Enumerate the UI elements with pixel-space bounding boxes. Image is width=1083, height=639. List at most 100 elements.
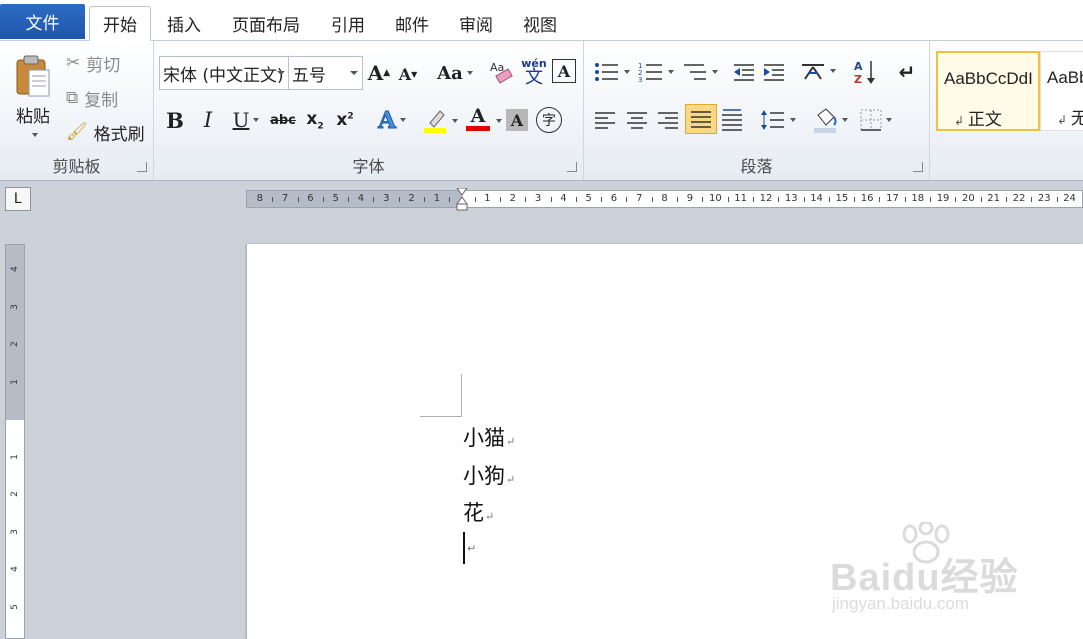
chinese-layout-dropdown-icon[interactable] xyxy=(830,69,836,73)
sort-button[interactable]: A Z xyxy=(852,57,878,87)
chinese-layout-button[interactable] xyxy=(798,57,838,85)
ruler-minor-tick xyxy=(1005,197,1007,202)
underline-button[interactable]: U xyxy=(226,107,266,133)
cut-button[interactable]: ✂ 剪切 xyxy=(66,51,121,76)
shrink-font-button[interactable]: A ▼ xyxy=(396,61,420,87)
superscript-button[interactable]: x2 xyxy=(332,107,358,133)
document-line[interactable]: 小猫↵ xyxy=(463,422,515,452)
font-launcher-icon[interactable] xyxy=(567,162,577,172)
document-line[interactable]: 花↵ xyxy=(463,497,494,527)
numbering-dropdown-icon[interactable] xyxy=(668,70,674,74)
vruler-tick-label: 1 xyxy=(10,453,20,460)
multilevel-list-button[interactable] xyxy=(680,59,720,85)
ruler-row: L 8 7 6 5 4 3 2 1 1 2 3 4 5 6 7 8 9 10 11 12 13 14 15 16 17 18 19 2… xyxy=(0,181,1083,217)
ruler-minor-tick xyxy=(398,197,400,202)
font-size-combo[interactable]: 五号 xyxy=(288,56,363,90)
paragraph-launcher-icon[interactable] xyxy=(913,162,923,172)
ruler-minor-tick xyxy=(651,197,653,202)
increase-indent-button[interactable] xyxy=(760,59,788,85)
superscript-icon: x2 xyxy=(336,110,354,130)
grow-font-button[interactable]: A ▲ xyxy=(366,59,392,87)
ruler-minor-tick xyxy=(677,197,679,202)
cut-label: 剪切 xyxy=(86,55,121,76)
enclose-char-icon: 字 xyxy=(542,113,556,129)
tab-view[interactable]: 视图 xyxy=(514,6,566,41)
clear-format-button[interactable]: Aa xyxy=(488,57,516,87)
tab-page-layout[interactable]: 页面布局 xyxy=(224,6,308,41)
shading-dropdown-icon[interactable] xyxy=(842,118,848,122)
tab-selector[interactable]: L xyxy=(5,187,31,211)
subscript-icon: x2 xyxy=(306,108,324,132)
underline-dropdown-icon[interactable] xyxy=(253,118,260,122)
tab-review[interactable]: 审阅 xyxy=(450,6,502,41)
line-spacing-dropdown-icon[interactable] xyxy=(790,118,796,122)
show-marks-button[interactable]: ↵ xyxy=(894,59,920,85)
font-color-button[interactable]: A xyxy=(458,103,498,135)
ruler-tick-label: 10 xyxy=(709,193,722,204)
clipboard-launcher-icon[interactable] xyxy=(137,162,147,172)
char-shading-icon: A xyxy=(510,110,524,130)
svg-text:A: A xyxy=(854,60,863,73)
paragraph-mark: ↵ xyxy=(506,473,516,486)
style-no-spacing[interactable]: AaBbC ↲ 无 xyxy=(1040,51,1083,131)
bullets-button[interactable] xyxy=(592,59,632,85)
ruler-minor-tick xyxy=(778,197,780,202)
borders-button[interactable] xyxy=(856,107,896,133)
tab-home[interactable]: 开始 xyxy=(89,6,151,41)
horizontal-ruler[interactable]: 8 7 6 5 4 3 2 1 1 2 3 4 5 6 7 8 9 10 11 12 13 14 15 16 17 18 19 20 2… xyxy=(246,188,1083,211)
align-left-button[interactable] xyxy=(592,107,618,133)
highlight-button[interactable] xyxy=(414,105,456,135)
clear-format-icon: Aa xyxy=(490,61,513,84)
align-right-button[interactable] xyxy=(655,107,681,133)
format-painter-button[interactable]: 🖌 格式刷 xyxy=(66,120,145,145)
bullets-dropdown-icon[interactable] xyxy=(624,70,630,74)
ruler-tick-label: 20 xyxy=(962,193,975,204)
shrink-font-icon: A xyxy=(398,64,412,84)
text-effects-button[interactable]: A xyxy=(372,105,412,135)
bold-button[interactable]: B xyxy=(162,107,188,133)
decrease-indent-button[interactable] xyxy=(730,59,758,85)
vertical-ruler[interactable]: 4 3 2 1 1 2 3 4 5 xyxy=(5,244,25,639)
document-line[interactable]: 小狗↵ xyxy=(463,460,515,490)
copy-button[interactable]: ⧉ 复制 xyxy=(66,86,118,111)
watermark-brand: Baidu经验 xyxy=(830,557,1019,599)
style-normal[interactable]: AaBbCcDdI ↲ 正文 xyxy=(936,51,1040,131)
tab-mailings[interactable]: 邮件 xyxy=(386,6,438,41)
text-effects-dropdown-icon[interactable] xyxy=(399,118,406,122)
font-group-label: 字体 xyxy=(352,157,385,176)
paste-dropdown-icon[interactable] xyxy=(32,132,38,137)
indent-marker-icon[interactable] xyxy=(456,188,468,212)
numbering-button[interactable]: 1 2 3 xyxy=(636,59,676,85)
subscript-button[interactable]: x2 xyxy=(302,107,328,133)
multilevel-dropdown-icon[interactable] xyxy=(712,70,718,74)
brush-icon: 🖌 xyxy=(66,122,88,142)
change-case-button[interactable]: Aa xyxy=(436,59,474,87)
tab-references[interactable]: 引用 xyxy=(322,6,374,41)
file-tab[interactable]: 文件 xyxy=(0,4,85,39)
ruler-tick-label: 1 xyxy=(484,193,491,204)
paste-button[interactable]: 粘贴 xyxy=(8,45,58,145)
vruler-tick-label: 2 xyxy=(10,491,20,497)
ruler-tick-label: 24 xyxy=(1063,193,1076,204)
font-size-dropdown-icon[interactable] xyxy=(350,71,358,75)
italic-button[interactable]: I xyxy=(196,107,220,133)
strikethrough-button[interactable]: abc xyxy=(268,107,298,133)
align-center-button[interactable] xyxy=(624,107,650,133)
grow-font-icon: A xyxy=(367,61,384,85)
justify-button[interactable] xyxy=(685,104,717,134)
distributed-button[interactable] xyxy=(719,105,745,133)
enclose-char-button[interactable]: 字 xyxy=(536,107,562,133)
phonetic-guide-button[interactable]: wén 文 xyxy=(520,55,548,89)
font-name-combo[interactable]: 宋体 (中文正文) xyxy=(159,56,290,90)
char-shading-button[interactable]: A xyxy=(506,109,528,131)
shading-button[interactable] xyxy=(810,105,850,135)
font-name-dropdown-icon[interactable] xyxy=(277,71,285,75)
line-spacing-button[interactable] xyxy=(758,107,798,133)
strikethrough-icon: abc xyxy=(270,112,296,128)
borders-dropdown-icon[interactable] xyxy=(886,118,892,122)
char-border-button[interactable]: A xyxy=(552,59,576,83)
ruler-tick-label: 22 xyxy=(1012,193,1026,204)
font-color-dropdown-icon[interactable] xyxy=(496,119,502,123)
ruler-tick-label: 12 xyxy=(759,193,773,204)
tab-insert[interactable]: 插入 xyxy=(158,6,210,41)
